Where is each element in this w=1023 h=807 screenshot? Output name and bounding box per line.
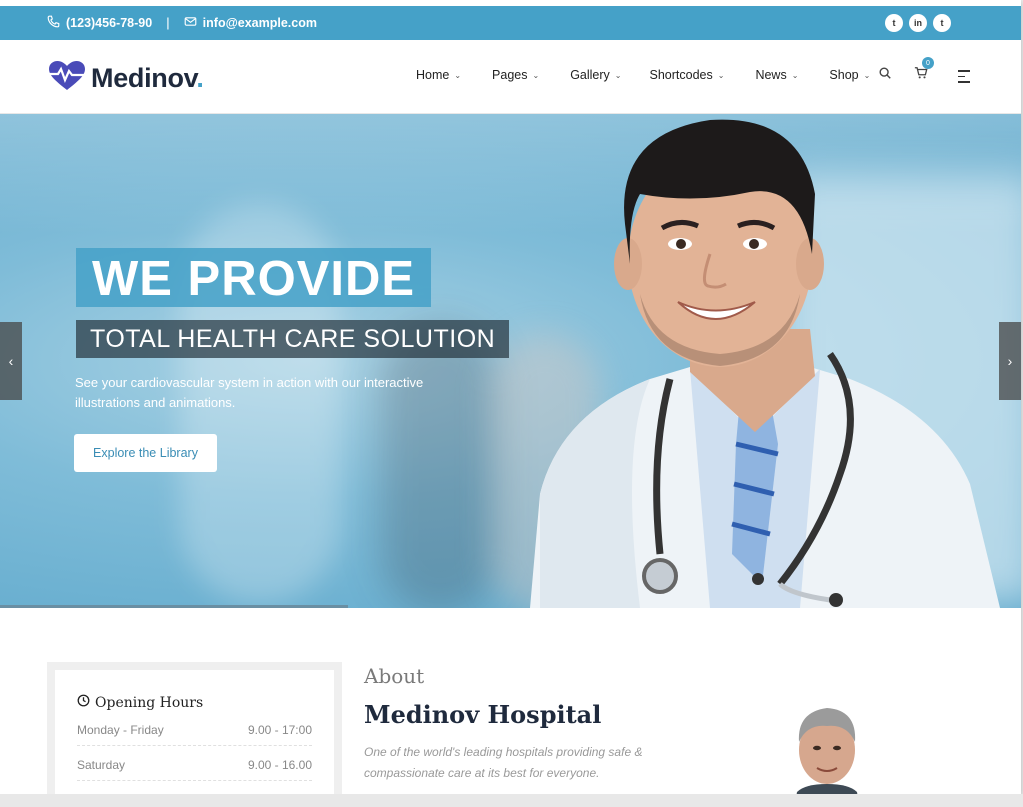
contact-info: (123)456-78-90 | info@example.com — [47, 6, 317, 40]
chevron-down-icon: ⌄ — [614, 70, 622, 80]
slider-progress-bar — [0, 605, 348, 608]
slider-prev-button[interactable]: ‹ — [0, 322, 22, 400]
social-links: t in t — [885, 14, 951, 32]
about-label: About — [364, 664, 425, 688]
hero-title: WE PROVIDE — [76, 248, 432, 307]
nav-item-gallery[interactable]: Gallery ⌄ — [570, 68, 621, 82]
email-icon — [184, 15, 197, 31]
twitter-icon[interactable]: t — [885, 14, 903, 32]
nav-item-shop[interactable]: Shop ⌄ — [829, 68, 870, 82]
hero-description: See your cardiovascular system in action… — [75, 375, 424, 410]
hours-row: Saturday 9.00 - 16.00 — [77, 746, 312, 781]
phone-icon — [47, 15, 60, 31]
about-heading: Medinov Hospital — [364, 700, 602, 729]
cart-count-badge: 0 — [922, 57, 934, 69]
search-icon[interactable] — [878, 66, 892, 85]
hours-day: Saturday — [77, 758, 126, 772]
clock-icon — [77, 694, 90, 711]
heart-logo-icon — [47, 60, 87, 97]
chevron-down-icon: ⌄ — [863, 70, 871, 80]
cart-icon — [914, 67, 928, 84]
chevron-down-icon: ⌄ — [532, 70, 540, 80]
opening-hours-title: Opening Hours — [77, 694, 312, 711]
logo[interactable]: Medinov. — [47, 60, 204, 97]
linkedin-icon[interactable]: in — [909, 14, 927, 32]
hero-subtitle: TOTAL HEALTH CARE SOLUTION — [76, 320, 510, 358]
about-text: One of the world's leading hospitals pro… — [364, 745, 643, 780]
doctor-portrait — [785, 704, 869, 794]
main-nav: Home ⌄ Pages ⌄ Gallery ⌄ Shortcodes ⌄ News ⌄ … — [416, 68, 901, 82]
chevron-left-icon: ‹ — [8, 353, 14, 369]
explore-library-button[interactable]: Explore the Library — [74, 434, 217, 472]
header-actions: 0 — [878, 57, 934, 85]
nav-item-home[interactable]: Home ⌄ — [416, 68, 461, 82]
site-header: Medinov. Home ⌄ Pages ⌄ Gallery ⌄ Shortcode… — [0, 40, 1021, 114]
page-bottom-shadow — [0, 794, 1023, 807]
chevron-down-icon: ⌄ — [791, 70, 799, 80]
top-bar: (123)456-78-90 | info@example.com t in t — [0, 6, 1021, 40]
hours-row: Monday - Friday 9.00 - 17:00 — [77, 711, 312, 746]
nav-item-pages[interactable]: Pages ⌄ — [492, 68, 539, 82]
email-address[interactable]: info@example.com — [203, 16, 317, 30]
opening-hours-card: Opening Hours Monday - Friday 9.00 - 17:… — [47, 662, 342, 794]
chevron-down-icon: ⌄ — [717, 70, 725, 80]
nav-item-news[interactable]: News ⌄ — [755, 68, 798, 82]
brand-name: Medinov. — [91, 63, 204, 93]
nav-item-shortcodes[interactable]: Shortcodes ⌄ — [650, 68, 725, 82]
hours-day: Monday - Friday — [77, 723, 164, 737]
phone-number[interactable]: (123)456-78-90 — [66, 16, 152, 30]
menu-icon[interactable] — [958, 70, 970, 87]
slider-next-button[interactable]: › — [999, 322, 1021, 400]
chevron-down-icon: ⌄ — [454, 70, 462, 80]
hero-slider: WE PROVIDE TOTAL HEALTH CARE SOLUTION Se… — [0, 114, 1021, 608]
hours-time: 9.00 - 16.00 — [247, 758, 312, 772]
doctor-image — [530, 119, 1000, 608]
chevron-right-icon: › — [1007, 353, 1013, 369]
contact-separator: | — [166, 16, 170, 30]
page-frame: (123)456-78-90 | info@example.com t in t… — [0, 0, 1021, 794]
cart-button[interactable]: 0 — [914, 57, 934, 85]
hours-time: 9.00 - 17:00 — [247, 723, 312, 737]
tumblr-icon[interactable]: t — [933, 14, 951, 32]
